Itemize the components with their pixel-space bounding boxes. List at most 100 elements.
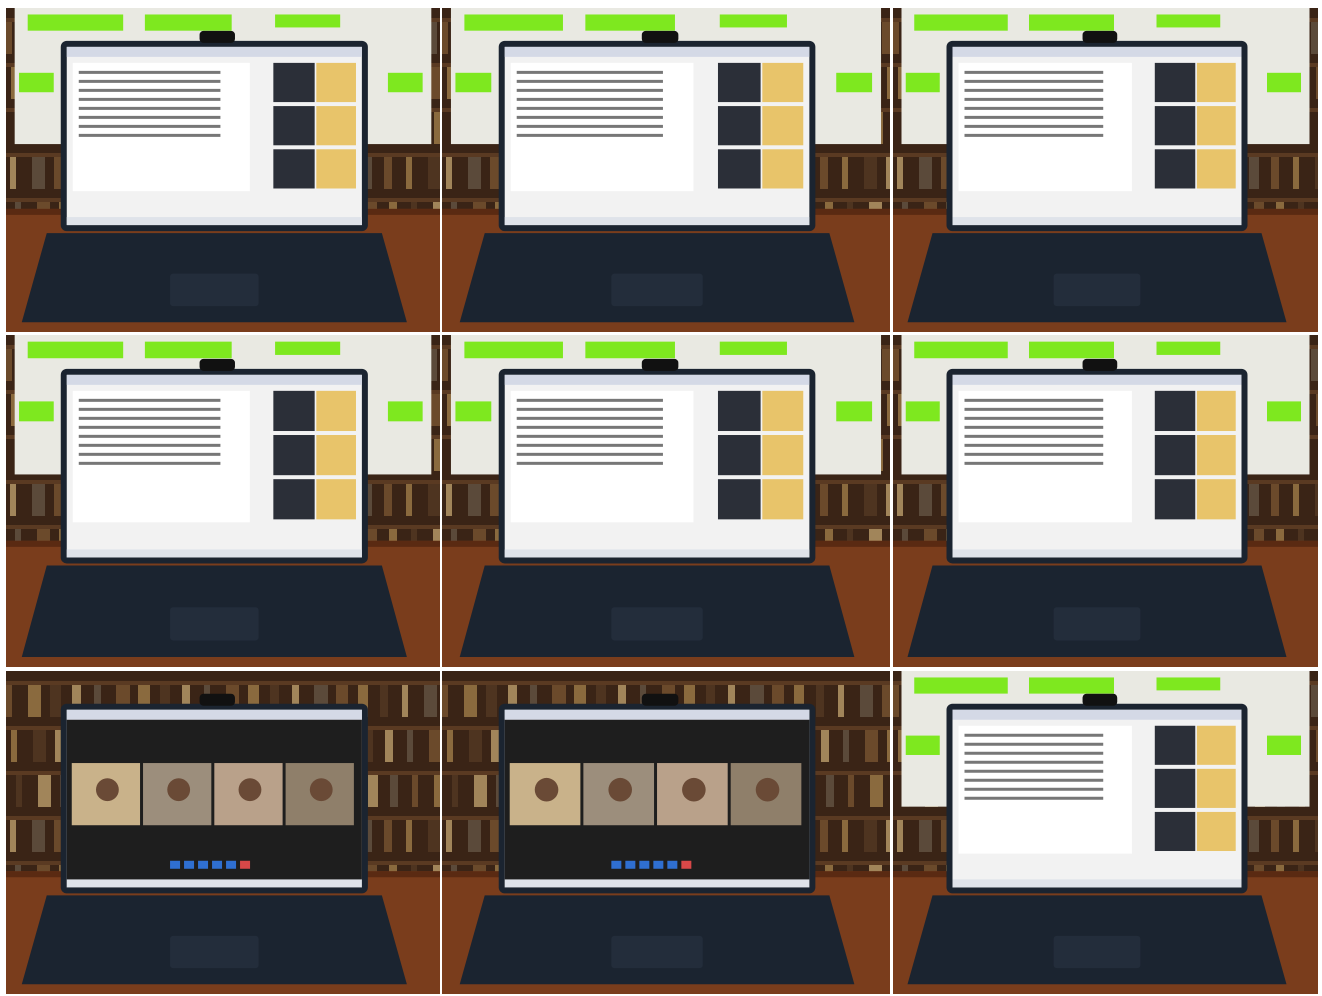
collage-photo-7 xyxy=(6,671,440,994)
call-control-button xyxy=(198,860,209,869)
highlight-mark xyxy=(914,677,1008,694)
highlight-mark xyxy=(1029,14,1114,31)
participant-video xyxy=(1196,390,1236,432)
participant-video xyxy=(273,390,315,432)
highlight-mark xyxy=(719,341,787,355)
taskbar xyxy=(952,549,1242,558)
taskbar xyxy=(66,549,362,558)
document-text-line xyxy=(516,115,663,119)
browser-bar xyxy=(66,374,362,385)
participant-video xyxy=(762,149,804,189)
highlight-mark xyxy=(1267,401,1301,422)
touchpad xyxy=(611,273,703,307)
document-text-line xyxy=(78,115,221,119)
highlight-mark xyxy=(1029,677,1114,694)
participant-video xyxy=(273,106,315,146)
document-text-line xyxy=(78,452,221,456)
document-text-line xyxy=(964,425,1104,429)
highlight-mark xyxy=(144,14,232,31)
highlight-mark xyxy=(455,401,492,422)
laptop xyxy=(459,30,855,323)
document-text-line xyxy=(516,434,663,438)
call-control-button xyxy=(170,860,181,869)
document-text-line xyxy=(964,79,1104,83)
highlight-mark xyxy=(1029,341,1114,359)
highlight-mark xyxy=(387,401,423,422)
document-text-line xyxy=(516,443,663,447)
photo-drawing xyxy=(442,335,890,667)
collage-photo-2 xyxy=(442,8,890,332)
highlight-mark xyxy=(27,341,124,359)
participant-video xyxy=(1154,435,1196,476)
photo-drawing xyxy=(893,8,1318,332)
participant-video xyxy=(1154,62,1196,103)
document-text-line xyxy=(516,452,663,456)
participant-video xyxy=(1196,725,1236,765)
highlight-mark xyxy=(1156,677,1221,691)
document-text-line xyxy=(78,416,221,420)
participant-video xyxy=(762,390,804,432)
participant-video xyxy=(762,479,804,520)
document-text-line xyxy=(516,133,663,137)
participant-face xyxy=(534,777,559,802)
highlight-mark xyxy=(275,14,341,28)
document-text-line xyxy=(516,88,663,92)
document-text-line xyxy=(78,133,221,137)
document-text-line xyxy=(964,115,1104,119)
photo-drawing xyxy=(6,671,440,994)
document-text-line xyxy=(964,742,1104,746)
document-text-line xyxy=(964,452,1104,456)
touchpad xyxy=(611,607,703,641)
photo-drawing xyxy=(442,671,890,994)
photo-drawing xyxy=(893,335,1318,667)
highlight-mark xyxy=(585,14,675,31)
collage-photo-6 xyxy=(893,335,1318,667)
participant-video xyxy=(316,62,356,103)
photo-collage xyxy=(0,0,1322,996)
document-text-line xyxy=(964,461,1104,465)
participant-video xyxy=(1196,811,1236,852)
highlight-mark xyxy=(275,341,341,355)
document-text-line xyxy=(964,733,1104,737)
document-text-line xyxy=(964,407,1104,411)
highlight-mark xyxy=(585,341,675,359)
participant-video xyxy=(273,62,315,103)
highlight-mark xyxy=(1267,735,1301,755)
laptop xyxy=(907,358,1287,658)
laptop xyxy=(21,30,407,323)
browser-bar xyxy=(952,709,1242,720)
webcam xyxy=(199,358,235,371)
webcam xyxy=(199,30,235,43)
participant-face xyxy=(682,777,706,802)
highlight-mark xyxy=(464,14,563,31)
highlight-mark xyxy=(905,72,940,93)
document-text-line xyxy=(78,79,221,83)
participant-video xyxy=(1154,106,1196,146)
browser-bar xyxy=(504,46,810,57)
document-text-line xyxy=(516,461,663,465)
document-text-line xyxy=(964,760,1104,764)
highlight-mark xyxy=(1267,72,1301,93)
participant-face xyxy=(167,778,191,802)
participant-video xyxy=(1196,106,1236,146)
participant-video xyxy=(273,149,315,189)
document-text-line xyxy=(964,416,1104,420)
laptop xyxy=(907,693,1287,985)
call-control-button xyxy=(240,860,251,869)
collage-photo-9 xyxy=(893,671,1318,994)
photo-drawing xyxy=(893,671,1318,994)
webcam xyxy=(641,358,679,371)
highlight-mark xyxy=(387,72,423,93)
document-text-line xyxy=(78,443,221,447)
taskbar xyxy=(952,217,1242,226)
highlight-mark xyxy=(27,14,124,31)
touchpad xyxy=(170,607,259,641)
participant-video xyxy=(1196,149,1236,189)
participant-face xyxy=(95,778,119,802)
highlight-mark xyxy=(836,401,873,422)
document-text-line xyxy=(964,133,1104,137)
browser-bar xyxy=(504,374,810,385)
collage-photo-1 xyxy=(6,8,440,332)
photo-drawing xyxy=(442,8,890,332)
call-control-button xyxy=(611,860,622,869)
